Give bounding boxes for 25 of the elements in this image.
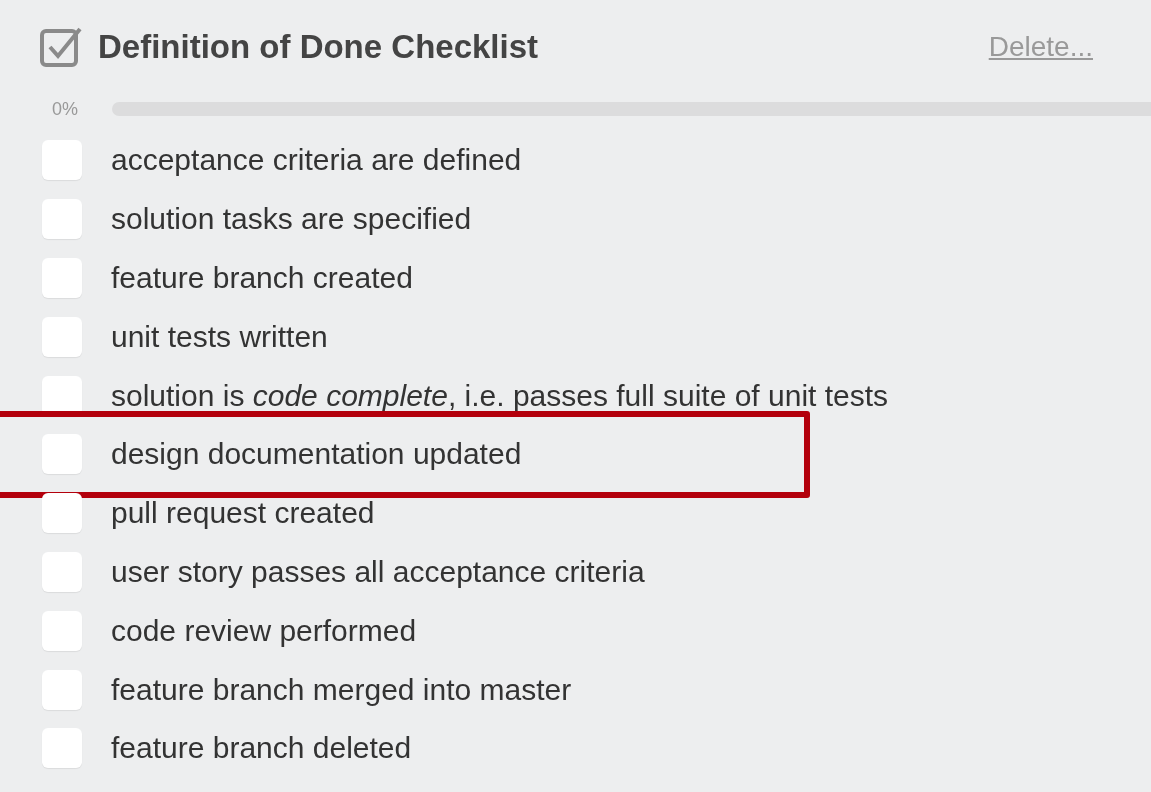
checklist-item: design documentation updated — [111, 437, 522, 472]
progress-percent: 0% — [51, 98, 79, 120]
checkbox[interactable] — [42, 258, 82, 298]
checkbox[interactable] — [42, 140, 82, 181]
checkbox[interactable] — [42, 199, 82, 240]
checklist-item: acceptance criteria are defined — [111, 143, 522, 178]
checkbox[interactable] — [42, 493, 82, 534]
checklist-item: pull request created — [111, 496, 375, 531]
checklist-item: feature branch deleted — [111, 731, 412, 766]
checkbox[interactable] — [42, 728, 82, 769]
checklist-icon — [40, 25, 84, 69]
checklist-item: unit tests written — [111, 319, 328, 354]
delete-link[interactable]: Delete... — [988, 31, 1093, 63]
checklist-item: feature branch merged into master — [111, 672, 572, 707]
checklist-item: solution is code complete, i.e. passes full suite of unit tests — [111, 378, 889, 413]
checkbox[interactable] — [42, 669, 82, 710]
checkbox[interactable] — [42, 316, 82, 357]
checklist-item: code review performed — [111, 613, 417, 648]
checkbox[interactable] — [42, 551, 82, 592]
checkbox[interactable] — [42, 610, 82, 651]
checklist-item: user story passes all acceptance criteria — [111, 554, 645, 589]
checklist-item: feature branch created — [111, 261, 413, 295]
checkbox[interactable] — [42, 434, 82, 475]
checklist-item: solution tasks are specified — [111, 202, 472, 237]
checklist-title: Definition of Done Checklist — [98, 28, 539, 66]
